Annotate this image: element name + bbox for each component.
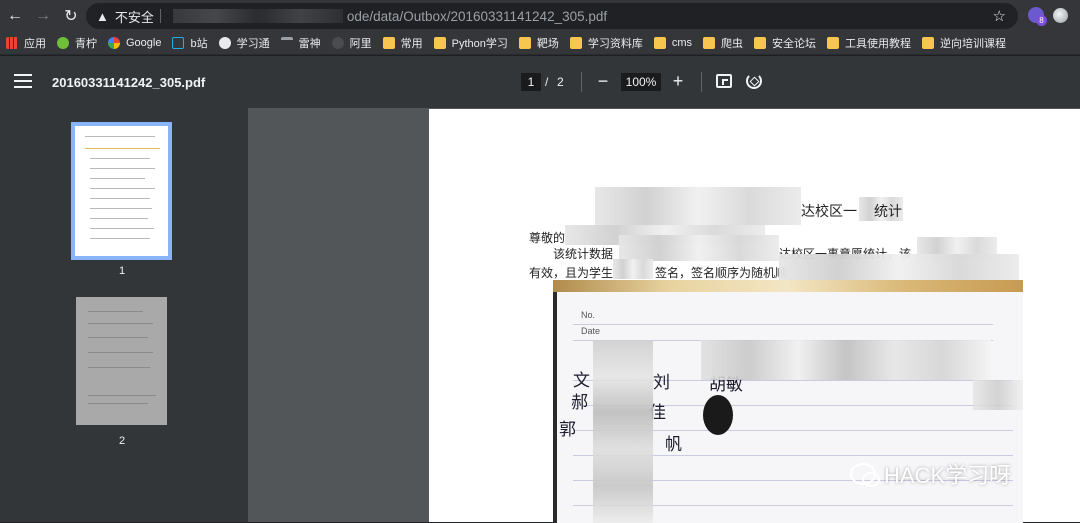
bookmark-label: 应用	[24, 38, 46, 50]
url-text[interactable]: ode/data/Outbox/20160331141242_305.pdf	[347, 9, 607, 24]
redacted-block	[595, 187, 801, 225]
document-title-visible: 达校区一	[801, 204, 857, 220]
bookmark-label: cms	[671, 37, 693, 49]
bookmark-label: Python学习	[451, 38, 508, 50]
bookmark-label: 逆向培训课程	[940, 38, 1007, 50]
folder-icon	[382, 37, 395, 49]
bookmark-item[interactable]: 爬虫	[703, 35, 743, 51]
bookmark-item[interactable]: 靶场	[518, 35, 559, 51]
toolbar-divider	[701, 72, 702, 92]
bookmark-item[interactable]: 逆向培训课程	[922, 35, 1006, 51]
lemon-icon	[57, 37, 69, 49]
globe-icon	[218, 37, 231, 49]
folder-icon	[653, 37, 666, 49]
thumbnail-label-1: 1	[118, 265, 126, 277]
warning-icon: ▲	[96, 8, 109, 24]
menu-icon[interactable]	[14, 74, 32, 88]
apps-grid-icon	[6, 37, 18, 49]
wechat-icon	[850, 463, 880, 487]
pdf-toolbar: 20160331141242_305.pdf 1 / 2 − 100% +	[0, 56, 1080, 108]
omnibox-divider	[159, 9, 161, 23]
bookmark-item[interactable]: 阿里	[331, 35, 372, 51]
folder-icon	[922, 37, 935, 49]
bookmark-label: 学习资料库	[587, 38, 643, 50]
document-line-3: 有效，且为学生	[529, 266, 614, 280]
bookmark-item[interactable]: 学习通	[218, 35, 270, 51]
toolbar-divider	[581, 72, 582, 92]
aliyun-icon	[331, 37, 344, 49]
forward-arrow-icon[interactable]: →	[30, 3, 56, 29]
bookmark-item[interactable]: Python学习	[433, 35, 508, 51]
zoom-level-input[interactable]: 100%	[621, 73, 661, 91]
bookmark-item[interactable]: 学习资料库	[569, 35, 643, 51]
folder-icon	[518, 37, 531, 49]
bookmark-label: 雷神	[298, 38, 321, 50]
thumbnail-sidebar: 1 2	[0, 108, 248, 522]
page-number-input[interactable]: 1	[521, 73, 541, 91]
bookmark-item[interactable]: 青柠	[57, 35, 97, 51]
redacted-block	[779, 254, 1019, 282]
fit-to-page-icon[interactable]	[716, 74, 732, 88]
folder-icon	[703, 37, 716, 49]
bookmark-item[interactable]: 常用	[382, 35, 423, 51]
browser-toolbar: ← → ↻ ▲ 不安全 ode/data/Outbox/201603311412…	[0, 0, 1080, 32]
security-label: 不安全	[114, 9, 154, 25]
redacted-host	[172, 9, 343, 23]
bookmark-label: 学习通	[236, 38, 270, 50]
address-bar[interactable]: ▲ 不安全 ode/data/Outbox/20160331141242_305…	[86, 3, 1018, 29]
thumbnail-page-2[interactable]	[76, 297, 167, 425]
pdf-filename: 20160331141242_305.pdf	[52, 75, 206, 90]
rotate-icon[interactable]	[746, 73, 762, 89]
bookmark-label: 安全论坛	[772, 38, 817, 50]
watermark: HACK学习呀	[850, 458, 1011, 490]
bookmark-item[interactable]: Google	[108, 37, 161, 49]
reload-icon[interactable]: ↻	[58, 3, 84, 29]
zoom-in-button[interactable]: +	[669, 71, 687, 91]
redacted-block	[619, 235, 779, 261]
page-total: 2	[557, 75, 564, 89]
google-icon	[108, 37, 120, 49]
bookmark-label: 青柠	[75, 38, 97, 50]
photo-header-date: Date	[581, 326, 601, 336]
thumbnail-page-1[interactable]	[71, 122, 172, 260]
bookmark-label: 靶场	[536, 38, 559, 50]
profile-avatar[interactable]	[1053, 8, 1068, 23]
bookmark-label: 爬虫	[721, 38, 744, 50]
folder-icon	[433, 37, 446, 49]
bookmark-item[interactable]: 雷神	[280, 35, 321, 51]
back-arrow-icon[interactable]: ←	[2, 3, 28, 29]
watermark-text: HACK学习呀	[884, 463, 1012, 488]
extension-badge: 8	[1036, 15, 1047, 26]
zoom-out-button[interactable]: −	[594, 71, 612, 91]
bookmark-label: b站	[190, 38, 208, 50]
folder-icon	[569, 37, 582, 49]
photo-header-no: No.	[581, 310, 596, 320]
hammer-icon	[280, 37, 293, 49]
bookmark-item[interactable]: 工具使用教程	[827, 35, 911, 51]
redacted-block	[613, 259, 653, 279]
folder-icon	[754, 37, 767, 49]
page-separator: /	[545, 75, 549, 89]
bookmark-label: 工具使用教程	[845, 38, 912, 50]
bookmarks-bar: 应用 青柠 Google b站 学习通 雷神 阿里 常用 Python学习 靶场 学习资料库 cms 爬…	[0, 32, 1080, 55]
bookmark-item[interactable]: 应用	[6, 35, 46, 51]
thumbnail-label-2: 2	[118, 435, 126, 447]
bookmark-label: 阿里	[349, 38, 372, 50]
document-line-1: 尊敬的	[529, 231, 566, 245]
document-title-end: 统计	[874, 204, 902, 220]
bookmark-item[interactable]: cms	[653, 37, 693, 49]
document-line-2: 该统计数据	[553, 247, 614, 261]
bookmark-star-icon[interactable]: ☆	[993, 7, 1006, 25]
bookmark-label: 常用	[400, 38, 423, 50]
bookmark-label: Google	[126, 37, 162, 49]
bookmark-item[interactable]: b站	[172, 35, 208, 51]
bilibili-icon	[172, 37, 185, 49]
document-line-3b: 签名，签名顺序为随机顺	[655, 266, 788, 280]
bookmark-item[interactable]: 安全论坛	[754, 35, 816, 51]
folder-icon	[827, 37, 840, 49]
